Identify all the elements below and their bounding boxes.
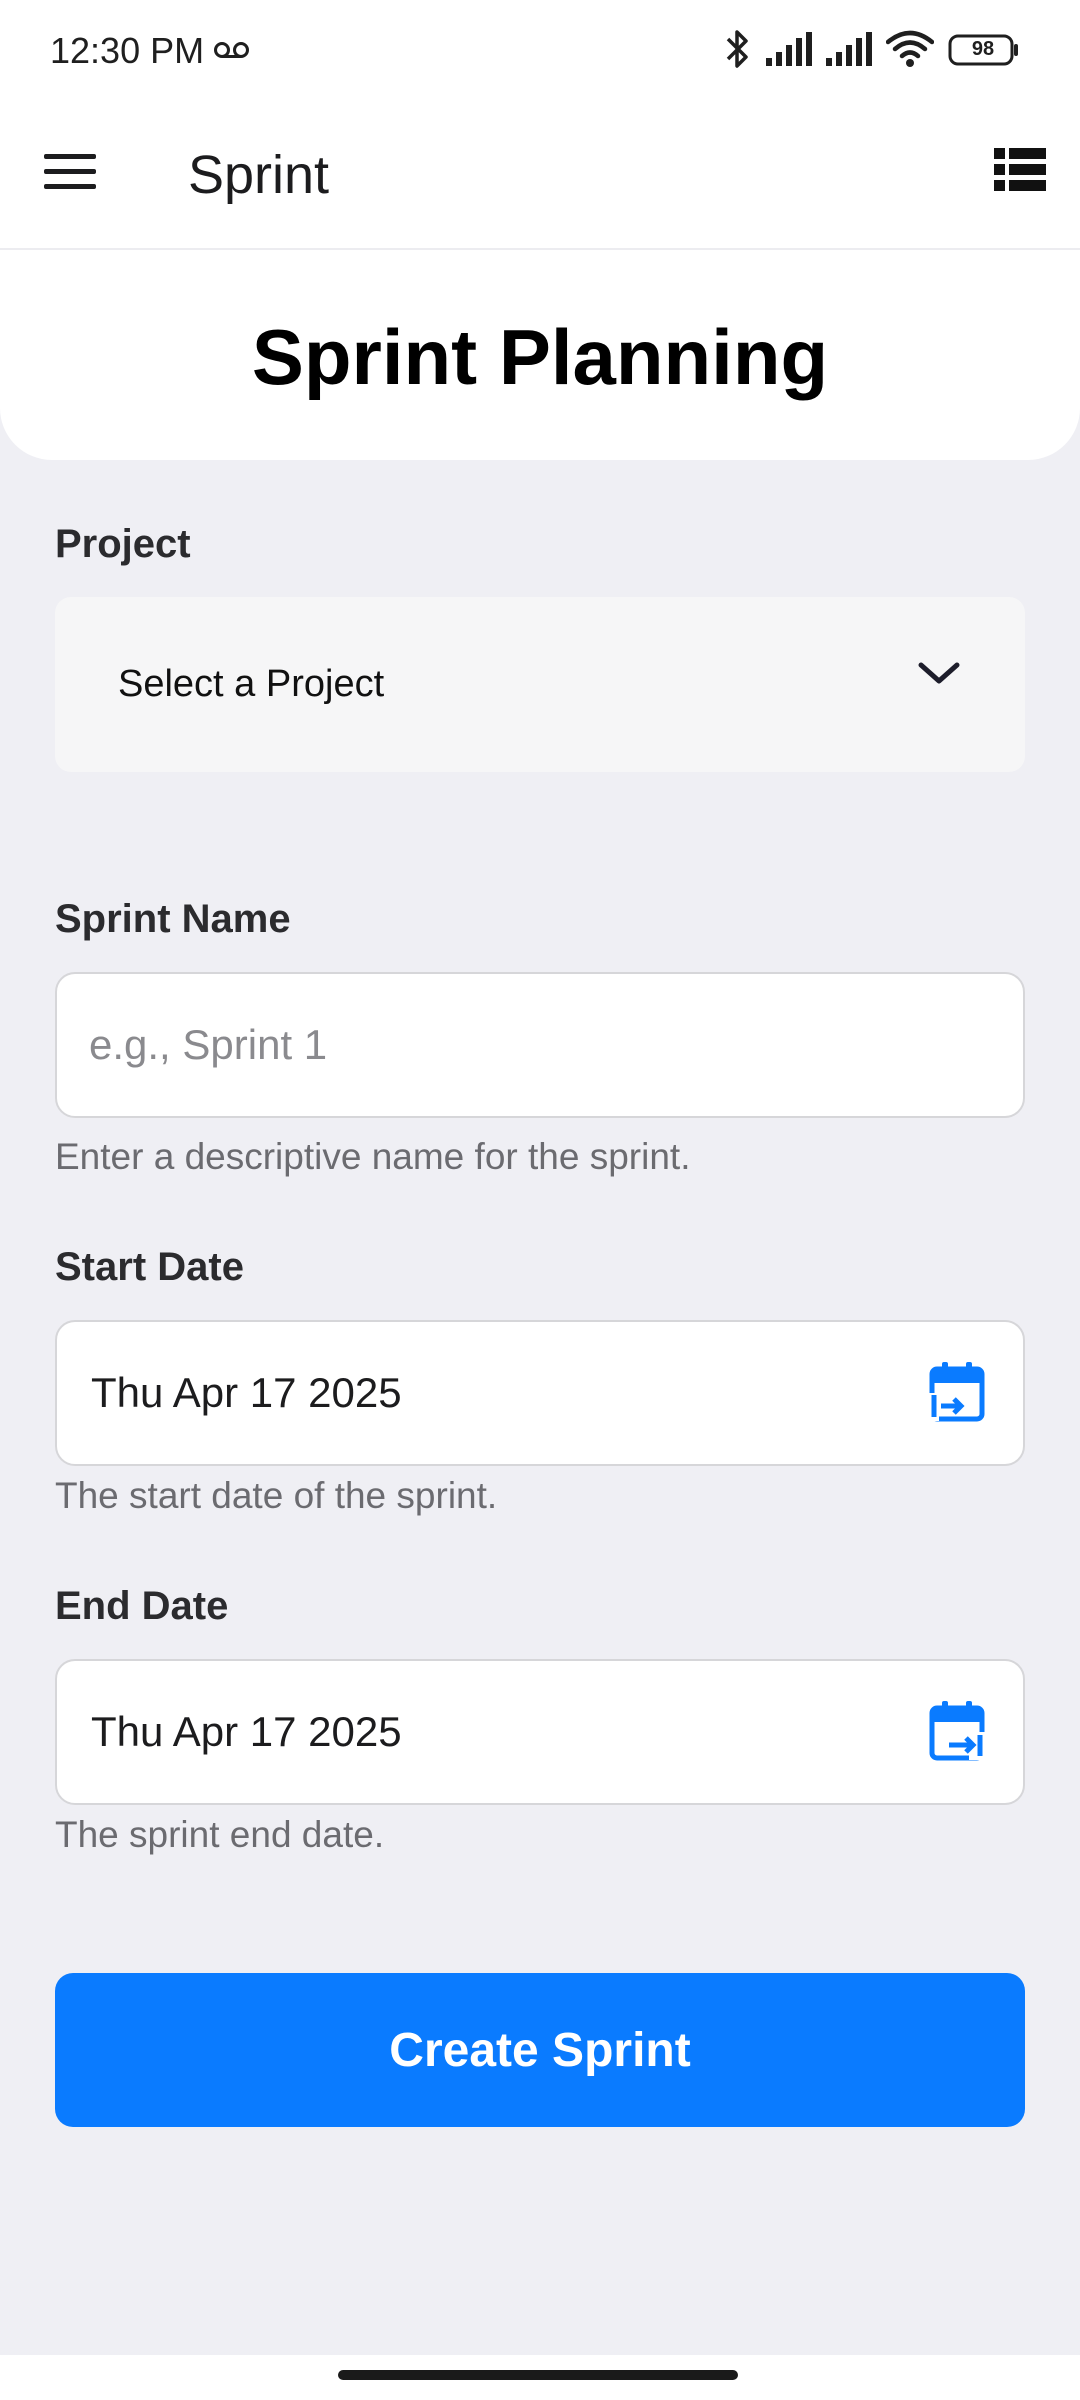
- sprint-name-input[interactable]: e.g., Sprint 1: [55, 972, 1025, 1118]
- end-date-label: End Date: [55, 1584, 229, 1628]
- signal-icon: [764, 32, 814, 73]
- signal-icon: [824, 32, 874, 73]
- end-date-value: Thu Apr 17 2025: [91, 1708, 402, 1755]
- battery-level: 98: [971, 38, 995, 60]
- calendar-end-icon[interactable]: [929, 1699, 987, 1768]
- sprint-name-placeholder: e.g., Sprint 1: [89, 1021, 328, 1068]
- app-bar: Sprint: [0, 104, 1080, 250]
- header-card: Sprint Planning: [0, 250, 1080, 460]
- page-title: Sprint Planning: [251, 313, 829, 401]
- app-title: Sprint: [188, 145, 330, 205]
- status-time: 12:30 PM: [50, 30, 205, 71]
- start-date-field[interactable]: Thu Apr 17 2025: [55, 1320, 1025, 1466]
- list-icon[interactable]: [994, 148, 1046, 197]
- menu-icon[interactable]: [44, 152, 96, 197]
- end-date-field[interactable]: Thu Apr 17 2025: [55, 1659, 1025, 1805]
- wifi-icon: [885, 30, 935, 75]
- project-select-value: Select a Project: [118, 663, 385, 705]
- chevron-down-icon: [917, 659, 961, 692]
- create-sprint-button[interactable]: Create Sprint: [55, 1973, 1025, 2127]
- bluetooth-icon: [722, 26, 752, 77]
- start-date-value: Thu Apr 17 2025: [91, 1369, 402, 1416]
- status-bar: 12:30 PM 98: [0, 0, 1080, 104]
- home-indicator[interactable]: [338, 2370, 738, 2380]
- sprint-name-label: Sprint Name: [55, 897, 291, 941]
- end-date-helper: The sprint end date.: [55, 1814, 385, 1855]
- sprint-name-helper: Enter a descriptive name for the sprint.: [55, 1136, 691, 1177]
- calendar-start-icon[interactable]: [927, 1360, 985, 1429]
- start-date-label: Start Date: [55, 1245, 244, 1289]
- project-label: Project: [55, 522, 191, 566]
- voicemail-icon: [214, 40, 250, 65]
- start-date-helper: The start date of the sprint.: [55, 1475, 498, 1516]
- project-select[interactable]: Select a Project: [55, 597, 1025, 772]
